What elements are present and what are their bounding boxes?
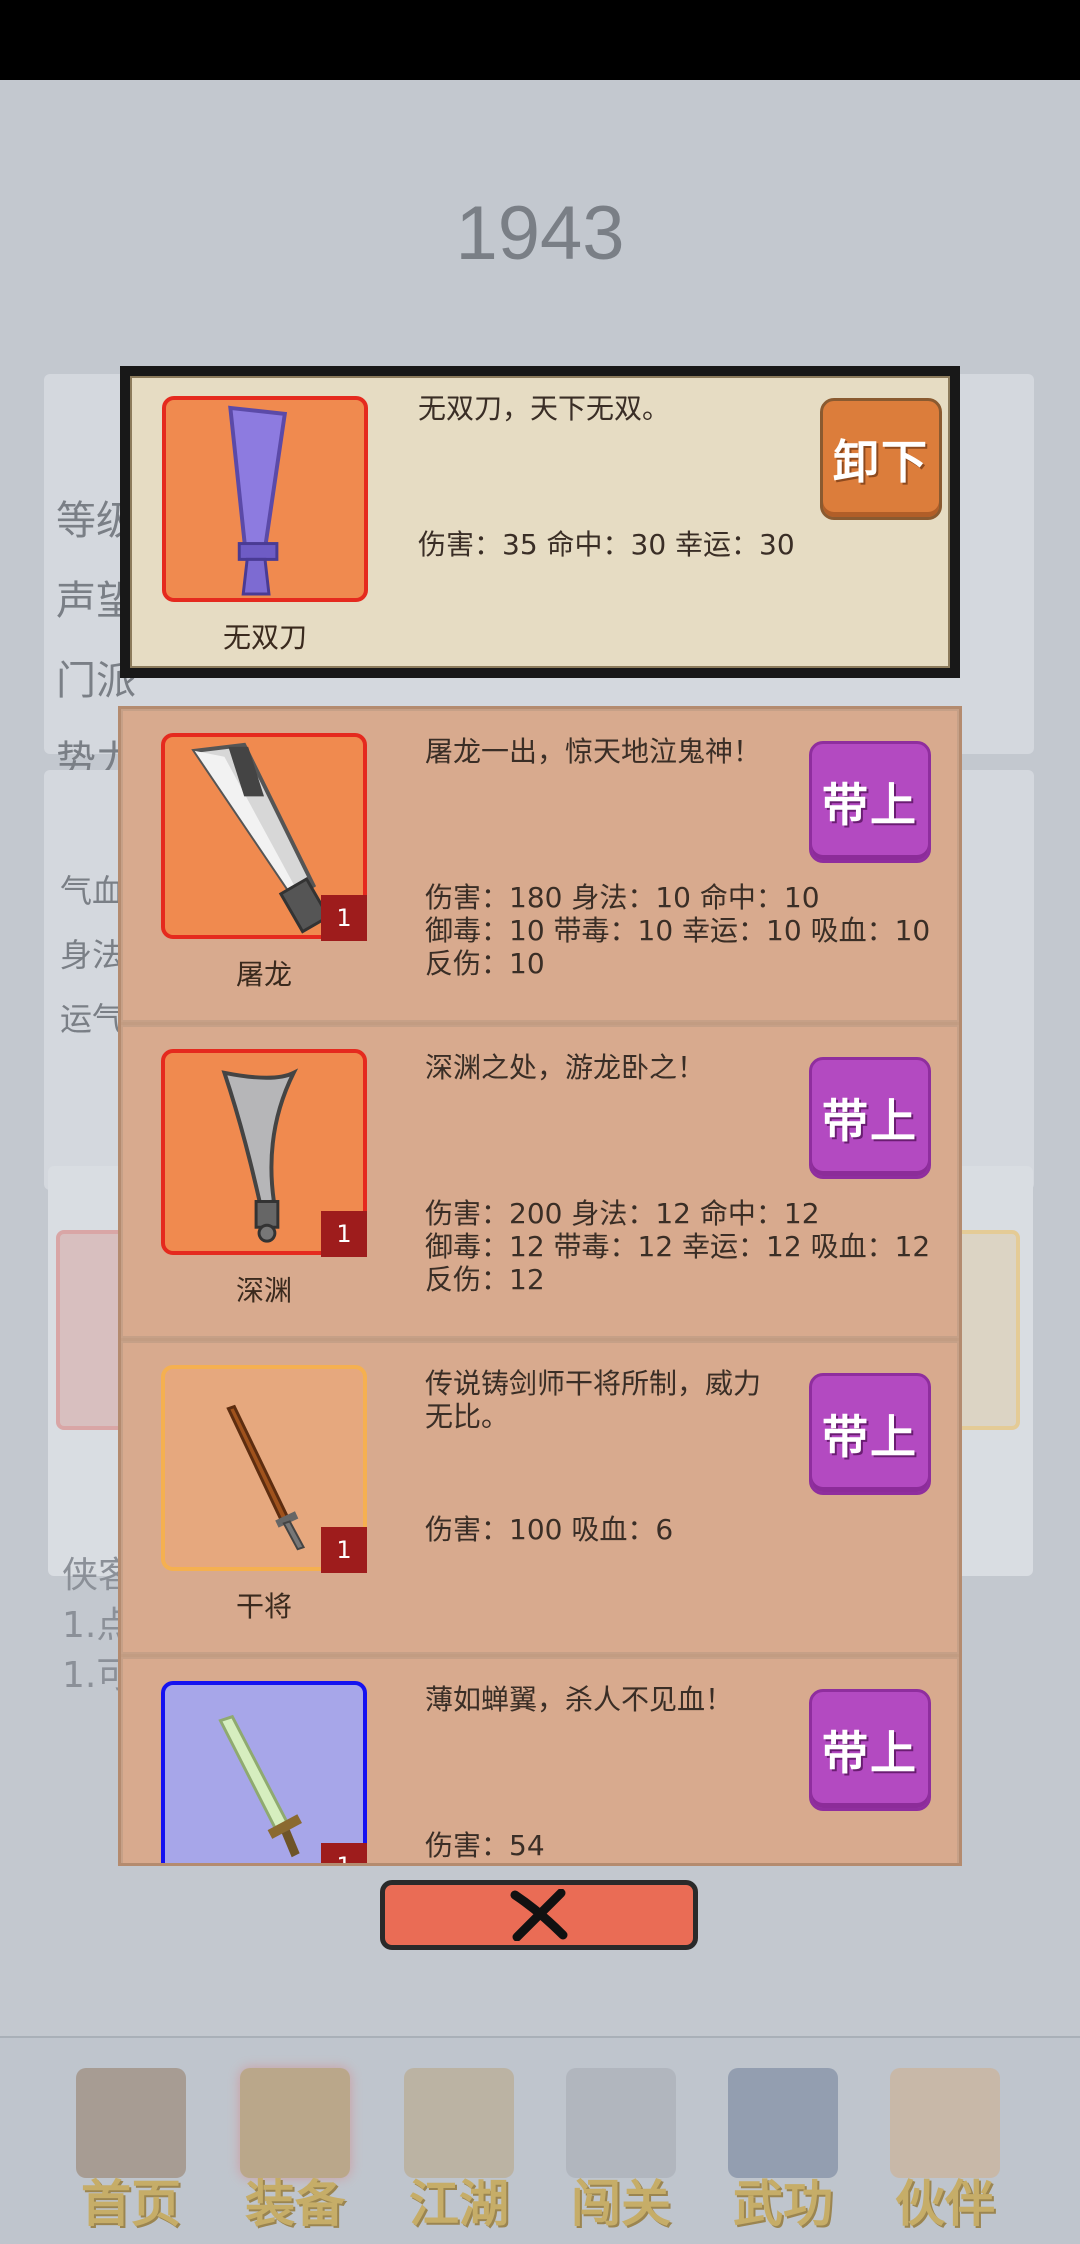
nav-martial[interactable]: 武功	[708, 2068, 858, 2233]
equipped-item-name: 无双刀	[222, 621, 307, 654]
item-stats: 伤害：200 身法：12 命中：12 御毒：12 带毒：12 幸运：12 吸血：…	[425, 1197, 930, 1296]
item-stats-line: 伤害：54	[425, 1829, 545, 1862]
item-stats-line: 御毒：12 带毒：12 幸运：12 吸血：12	[425, 1230, 931, 1263]
map-icon	[404, 2068, 514, 2178]
item-desc: 薄如蝉翼，杀人不见血！	[425, 1683, 734, 1716]
nav-martial-label: 武功	[733, 2174, 833, 2233]
item-desc: 深渊之处，游龙卧之！	[425, 1051, 706, 1084]
equipped-item-stats: 伤害：35 命中：30 幸运：30	[418, 528, 795, 561]
list-item: 1 深渊 深渊之处，游龙卧之！ 伤害：200 身法：12 命中：12 御毒：12…	[121, 1025, 959, 1341]
item-count-badge: 1	[321, 1211, 367, 1257]
nav-home-label: 首页	[81, 2174, 181, 2233]
jade-sword-icon	[218, 1714, 302, 1858]
item-stats-line: 伤害：180 身法：10 命中：10	[425, 881, 820, 914]
item-count-badge: 1	[321, 1527, 367, 1573]
item-list[interactable]: 1 屠龙 屠龙一出，惊天地泣鬼神！ 伤害：180 身法：10 命中：10 御毒：…	[118, 706, 962, 1866]
book-icon	[728, 2068, 838, 2178]
stat-luck: 运气	[60, 1000, 125, 1038]
item-stats-line: 反伤：12	[425, 1263, 545, 1296]
item-desc: 传说铸剑师干将所制，威力 无比。	[425, 1367, 761, 1433]
close-x-icon	[510, 1889, 568, 1941]
item-stats-line: 反伤：10	[425, 947, 545, 980]
equip-button[interactable]: 带上	[809, 741, 931, 863]
item-stats: 伤害：54	[425, 1829, 545, 1862]
nav-jianghu-label: 江湖	[409, 2174, 509, 2233]
item-name: 深渊	[235, 1274, 292, 1307]
unequip-button[interactable]: 卸下	[820, 398, 942, 520]
equipped-item-desc: 无双刀，天下无双。	[418, 392, 671, 425]
bottom-nav: 首页 装备 江湖 闯关 武功 伙伴	[0, 2036, 1080, 2244]
item-name: 屠龙	[235, 958, 292, 991]
item-count-badge: 1	[321, 1843, 367, 1863]
item-stats-line: 御毒：10 带毒：10 幸运：10 吸血：10	[425, 914, 931, 947]
crossed-swords-icon	[566, 2068, 676, 2178]
stat-agility: 身法	[60, 936, 125, 974]
item-stats-line: 伤害：100 吸血：6	[425, 1513, 674, 1546]
wushuang-blade-icon	[228, 405, 288, 596]
item-name: 干将	[235, 1590, 292, 1623]
home-icon	[76, 2068, 186, 2178]
item-desc: 屠龙一出，惊天地泣鬼神！	[425, 735, 762, 768]
partner-icon	[890, 2068, 1000, 2178]
item-desc-line: 传说铸剑师干将所制，威力	[425, 1367, 762, 1400]
close-button[interactable]	[380, 1880, 698, 1950]
nav-home[interactable]: 首页	[56, 2068, 206, 2233]
equipped-item-slot[interactable]	[162, 396, 368, 602]
list-item: 1 薄如蝉翼，杀人不见血！ 伤害：54 带上	[121, 1657, 959, 1863]
equipped-item-panel: 无双刀 无双刀，天下无双。 伤害：35 命中：30 幸运：30 卸下	[120, 366, 960, 678]
item-count-badge: 1	[321, 895, 367, 941]
score-display: 1943	[455, 191, 625, 276]
nav-partner[interactable]: 伙伴	[870, 2068, 1020, 2233]
nav-equipment[interactable]: 装备	[220, 2068, 370, 2233]
nav-partner-label: 伙伴	[895, 2174, 995, 2233]
nav-jianghu[interactable]: 江湖	[384, 2068, 534, 2233]
equip-button[interactable]: 带上	[809, 1373, 931, 1495]
item-stats-line: 伤害：200 身法：12 命中：12	[425, 1197, 820, 1230]
list-item: 1 屠龙 屠龙一出，惊天地泣鬼神！ 伤害：180 身法：10 命中：10 御毒：…	[121, 709, 959, 1025]
equip-button[interactable]: 带上	[809, 1057, 931, 1179]
equip-button[interactable]: 带上	[809, 1689, 931, 1811]
nav-challenge[interactable]: 闯关	[546, 2068, 696, 2233]
stat-hp: 气血	[60, 872, 125, 910]
nav-equipment-label: 装备	[245, 2174, 345, 2233]
armor-icon	[240, 2068, 350, 2178]
nav-challenge-label: 闯关	[571, 2174, 671, 2233]
item-stats: 伤害：100 吸血：6	[425, 1513, 673, 1546]
item-desc-line: 无比。	[425, 1400, 510, 1433]
item-slot[interactable]	[161, 1681, 367, 1863]
list-item: 1 干将 传说铸剑师干将所制，威力 无比。 伤害：100 吸血：6 带上	[121, 1341, 959, 1657]
item-stats: 伤害：180 身法：10 命中：10 御毒：10 带毒：10 幸运：10 吸血：…	[425, 881, 930, 980]
status-bar	[0, 0, 1080, 80]
